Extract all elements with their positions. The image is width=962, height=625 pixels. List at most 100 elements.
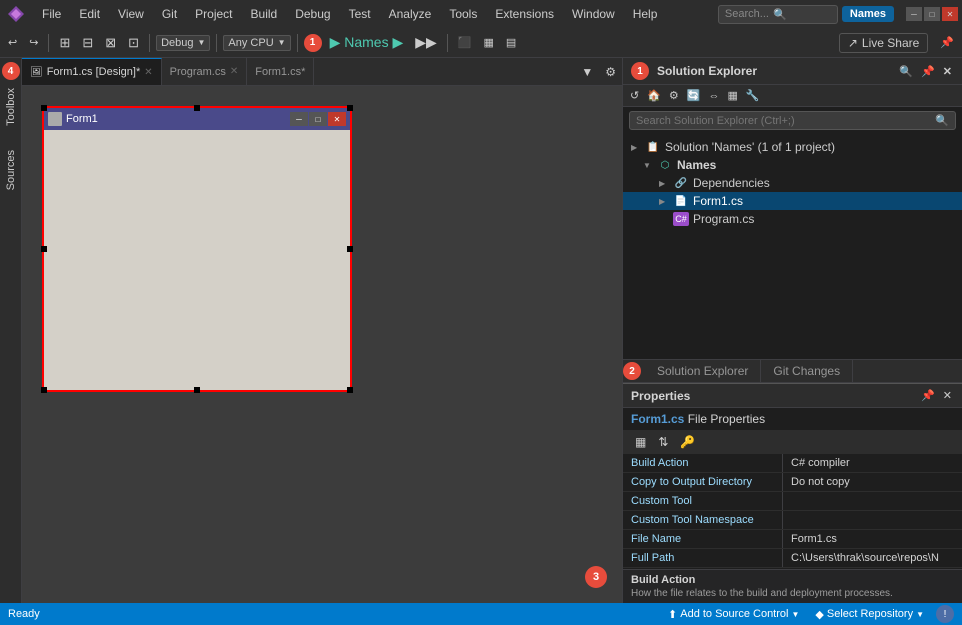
se-search-icon[interactable]: 🔍: [897, 64, 915, 79]
toolbar-btn-3[interactable]: ⊠: [101, 33, 120, 53]
menu-window[interactable]: Window: [564, 3, 623, 25]
menu-debug[interactable]: Debug: [287, 3, 338, 25]
se-btn-3[interactable]: ⚙: [666, 88, 682, 103]
prop-row-copy-output[interactable]: Copy to Output Directory Do not copy: [623, 473, 962, 492]
se-btn-7[interactable]: 🔧: [743, 88, 763, 103]
minimize-button[interactable]: ─: [906, 7, 922, 21]
form-content[interactable]: [44, 130, 350, 390]
select-repo-button[interactable]: ◆ Select Repository ▼: [811, 608, 928, 621]
menu-bar: File Edit View Git Project Build Debug T…: [0, 0, 962, 28]
prop-row-custom-tool[interactable]: Custom Tool: [623, 492, 962, 511]
prop-name-fullpath: Full Path: [623, 549, 783, 567]
toolbar-btn-2[interactable]: ⊟: [78, 33, 97, 53]
props-close-icon[interactable]: ✕: [941, 388, 954, 403]
props-desc-title: Build Action: [631, 574, 954, 586]
toolbox-sidebar: 4 Toolbox Sources: [0, 58, 22, 603]
add-source-icon: ⬆: [668, 608, 677, 621]
handle-bm[interactable]: [194, 387, 200, 393]
handle-bl[interactable]: [41, 387, 47, 393]
menu-analyze[interactable]: Analyze: [381, 3, 440, 25]
toolbar-layout2[interactable]: ▤: [502, 34, 520, 51]
add-to-source-button[interactable]: ⬆ Add to Source Control ▼: [664, 608, 803, 621]
menu-view[interactable]: View: [110, 3, 152, 25]
handle-mr[interactable]: [347, 246, 353, 252]
menu-test[interactable]: Test: [341, 3, 379, 25]
form-window[interactable]: Form1 ─ □ ✕: [42, 106, 352, 392]
handle-ml[interactable]: [41, 246, 47, 252]
menu-file[interactable]: File: [34, 3, 69, 25]
menu-tools[interactable]: Tools: [441, 3, 485, 25]
se-pin-icon[interactable]: 📌: [919, 64, 937, 79]
props-btn-sort[interactable]: ⇅: [654, 433, 672, 451]
toolbar-breakpoint[interactable]: ⬛: [454, 34, 476, 51]
handle-tm[interactable]: [194, 105, 200, 111]
restore-button[interactable]: □: [924, 7, 940, 21]
properties-title: Properties: [631, 389, 690, 403]
menu-help[interactable]: Help: [625, 3, 666, 25]
tab-form1-design[interactable]: 🖼 Form1.cs [Design]* ✕: [22, 58, 162, 86]
config-dropdown[interactable]: Debug ▼: [156, 35, 210, 51]
close-button[interactable]: ✕: [942, 7, 958, 21]
search-box[interactable]: Search... 🔍: [718, 5, 838, 24]
tree-dependencies[interactable]: ▶ 🔗 Dependencies: [623, 174, 962, 192]
se-close-icon[interactable]: ✕: [941, 64, 954, 79]
tab-program[interactable]: Program.cs ✕: [162, 58, 248, 86]
form-minimize[interactable]: ─: [290, 112, 308, 126]
tab-gear[interactable]: ⚙: [599, 65, 622, 79]
prop-row-custom-tool-ns[interactable]: Custom Tool Namespace: [623, 511, 962, 530]
menu-extensions[interactable]: Extensions: [487, 3, 562, 25]
handle-tr[interactable]: [347, 105, 353, 111]
se-btn-4[interactable]: 🔄: [684, 88, 704, 103]
toolbar-btn-4[interactable]: ⊡: [124, 33, 143, 53]
bottom-tab-solution-explorer[interactable]: Solution Explorer: [645, 360, 761, 382]
tree-solution[interactable]: ▶ 📋 Solution 'Names' (1 of 1 project): [623, 138, 962, 156]
liveshare-button[interactable]: ↗ Live Share: [839, 33, 928, 53]
prop-row-build-action[interactable]: Build Action C# compiler: [623, 454, 962, 473]
handle-br[interactable]: [347, 387, 353, 393]
props-pin-icon[interactable]: 📌: [919, 388, 937, 403]
toolbar-undo[interactable]: ↩: [4, 34, 21, 51]
names-button[interactable]: Names: [842, 6, 894, 22]
tab-program-close[interactable]: ✕: [230, 66, 238, 77]
prop-row-filename[interactable]: File Name Form1.cs: [623, 530, 962, 549]
tree-programcs[interactable]: C# Program.cs: [623, 210, 962, 228]
toolbox-label[interactable]: Toolbox: [3, 80, 19, 134]
se-btn-5[interactable]: ⇔: [706, 89, 723, 103]
form-close[interactable]: ✕: [328, 112, 346, 126]
toolbar-redo[interactable]: ↪: [25, 34, 42, 51]
menu-build[interactable]: Build: [243, 3, 286, 25]
properties-panel: Properties 📌 ✕ Form1.cs File Properties …: [623, 383, 962, 603]
tab-dropdown[interactable]: ▼: [575, 65, 599, 79]
toolbar-btn-1[interactable]: ⊞: [55, 33, 74, 53]
tab-form1-design-close[interactable]: ✕: [144, 67, 152, 78]
prop-row-fullpath[interactable]: Full Path C:\Users\thrak\source\repos\N: [623, 549, 962, 568]
form-restore[interactable]: □: [309, 112, 327, 126]
se-btn-6[interactable]: ▦: [725, 88, 741, 103]
props-desc-text: How the file relates to the build and de…: [631, 588, 954, 599]
menu-git[interactable]: Git: [154, 3, 185, 25]
tree-icon-form1cs: 📄: [673, 194, 689, 208]
toolbar-pin[interactable]: 📌: [936, 34, 958, 51]
run-button[interactable]: ▶ Names ▶: [326, 34, 408, 51]
se-btn-1[interactable]: ↺: [627, 88, 642, 103]
se-search-input[interactable]: [636, 115, 931, 127]
tree-form1cs[interactable]: ▶ 📄 Form1.cs: [623, 192, 962, 210]
tab-form1-cs[interactable]: Form1.cs*: [247, 58, 314, 86]
props-btn-grid[interactable]: ▦: [631, 433, 650, 451]
se-btn-2[interactable]: 🏠: [644, 88, 664, 103]
warning-icon: !: [944, 609, 947, 620]
tree-names[interactable]: ▼ ⬡ Names: [623, 156, 962, 174]
toolbar-layout[interactable]: ▦: [480, 34, 498, 51]
warning-button[interactable]: !: [936, 605, 954, 623]
menu-edit[interactable]: Edit: [71, 3, 108, 25]
bottom-tab-git-changes[interactable]: Git Changes: [761, 360, 853, 382]
sources-label[interactable]: Sources: [3, 142, 19, 198]
tab-bar: 🖼 Form1.cs [Design]* ✕ Program.cs ✕ Form…: [22, 58, 622, 86]
platform-dropdown[interactable]: Any CPU ▼: [223, 35, 290, 51]
toolbar-step[interactable]: ▶▶: [411, 32, 441, 53]
props-btn-key[interactable]: 🔑: [676, 433, 699, 451]
menu-project[interactable]: Project: [187, 3, 240, 25]
platform-arrow: ▼: [278, 38, 286, 47]
handle-tl[interactable]: [41, 105, 47, 111]
se-search-box[interactable]: 🔍: [629, 111, 956, 130]
